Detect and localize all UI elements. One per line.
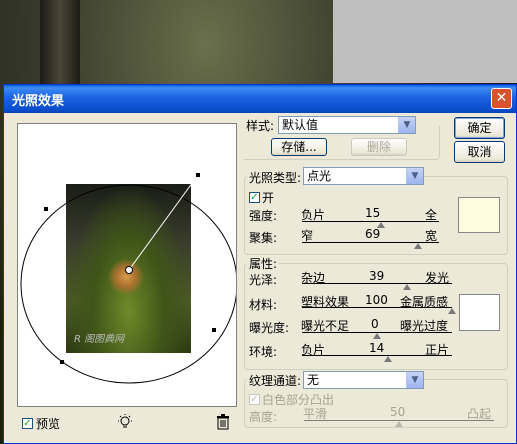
light-type-label: 光照类型: xyxy=(247,169,304,186)
exposure-label: 曝光度: xyxy=(249,321,290,335)
material-slider[interactable] xyxy=(302,307,456,314)
cancel-button[interactable]: 取消 xyxy=(454,141,505,163)
texture-select[interactable]: 无 ▼ xyxy=(303,371,424,389)
white-high-checkbox[interactable]: ✓ xyxy=(249,394,260,405)
slider-track xyxy=(302,307,452,308)
delete-style-button[interactable]: 删除 xyxy=(351,138,407,156)
slider-track xyxy=(302,355,452,356)
ambient-color-swatch[interactable] xyxy=(459,294,500,331)
slider-thumb[interactable] xyxy=(413,243,422,249)
save-style-button[interactable]: 存储... xyxy=(271,138,327,156)
background-tree-trunk xyxy=(40,0,80,90)
exposure-slider[interactable] xyxy=(302,332,452,339)
light-color-swatch[interactable] xyxy=(458,197,500,233)
slider-thumb[interactable] xyxy=(373,333,381,339)
ambience-label: 环境: xyxy=(249,345,278,359)
gloss-value: 39 xyxy=(369,269,385,283)
light-handles[interactable] xyxy=(18,124,236,406)
ambience-slider[interactable] xyxy=(302,355,452,362)
ellipse-handle-se[interactable] xyxy=(212,328,216,332)
gloss-slider[interactable] xyxy=(302,283,452,290)
title-bar[interactable]: 光照效果 ✕ xyxy=(4,85,516,113)
light-type-value: 点光 xyxy=(307,169,332,183)
focus-label: 聚集: xyxy=(249,231,278,245)
slider-thumb[interactable] xyxy=(448,308,456,314)
ambience-value: 14 xyxy=(369,341,385,355)
chevron-down-icon: ▼ xyxy=(406,168,423,184)
exposure-value: 0 xyxy=(371,317,379,331)
intensity-value: 15 xyxy=(365,206,381,220)
lighting-effects-dialog: 光照效果 ✕ R 阁图典网 ✓ 预览 样式: 默认值 ▼ 存储... 删除 确定… xyxy=(3,84,517,444)
light-on-checkbox[interactable]: ✓ xyxy=(249,192,260,203)
ellipse-handle-sw[interactable] xyxy=(60,360,64,364)
preview-area[interactable]: R 阁图典网 xyxy=(17,123,237,407)
focus-value: 69 xyxy=(365,227,381,241)
texture-label: 纹理通道: xyxy=(247,372,304,389)
texture-select-value: 无 xyxy=(307,373,320,387)
preview-label: 预览 xyxy=(36,417,61,431)
focus-slider[interactable] xyxy=(302,242,439,249)
ellipse-handle-nw[interactable] xyxy=(44,207,48,211)
intensity-label: 强度: xyxy=(249,209,278,223)
slider-thumb[interactable] xyxy=(383,356,392,362)
properties-label: 属性: xyxy=(247,255,280,272)
height-slider[interactable] xyxy=(304,420,494,427)
light-center-handle[interactable] xyxy=(125,266,133,274)
material-label: 材料: xyxy=(249,298,278,312)
height-value: 50 xyxy=(390,405,406,419)
light-type-select[interactable]: 点光 ▼ xyxy=(303,167,424,185)
close-button[interactable]: ✕ xyxy=(491,88,512,109)
height-label: 高度: xyxy=(249,410,278,424)
light-on-label: 开 xyxy=(262,191,275,205)
trash-icon[interactable] xyxy=(215,413,231,430)
dialog-title: 光照效果 xyxy=(12,94,65,109)
preview-checkbox[interactable]: ✓ xyxy=(22,418,33,429)
gloss-label: 光泽: xyxy=(249,273,278,287)
background-canvas xyxy=(333,0,517,83)
material-value: 100 xyxy=(365,293,388,307)
slider-thumb[interactable] xyxy=(395,421,403,427)
slider-thumb[interactable] xyxy=(403,284,411,290)
light-direction-handle[interactable] xyxy=(196,173,200,177)
chevron-down-icon: ▼ xyxy=(406,372,423,388)
slider-track xyxy=(302,221,439,222)
light-bulb-icon[interactable] xyxy=(116,413,134,431)
ok-button[interactable]: 确定 xyxy=(454,117,505,139)
slider-track xyxy=(302,283,452,284)
